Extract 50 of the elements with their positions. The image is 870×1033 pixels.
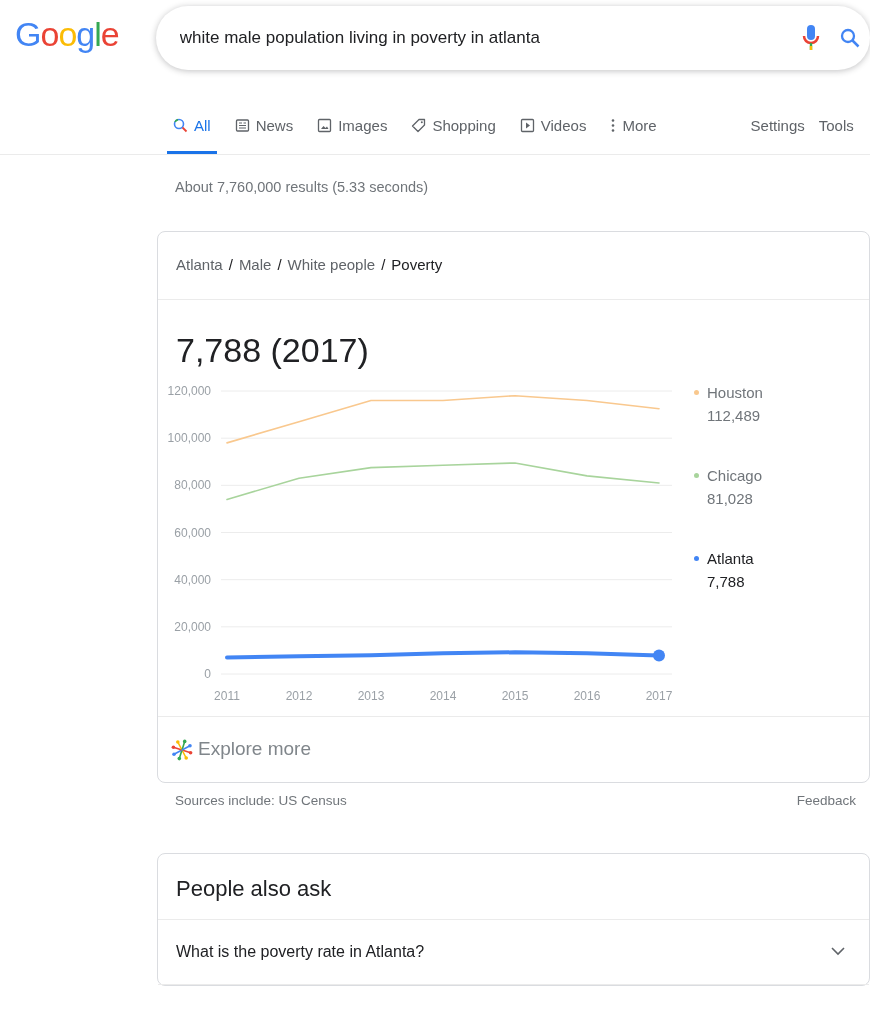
newspaper-icon <box>234 118 250 134</box>
tab[interactable]: More <box>604 114 663 154</box>
google-logo[interactable]: Google <box>0 8 156 60</box>
tab[interactable]: Shopping <box>405 114 502 154</box>
section-title: People also ask <box>158 853 869 920</box>
axis-label: 100,000 <box>167 431 211 446</box>
legend-item[interactable]: Atlanta 7,788 <box>694 548 763 594</box>
axis-label: 2013 <box>357 689 385 704</box>
tab[interactable]: News <box>228 114 300 154</box>
microphone-icon[interactable] <box>802 24 820 52</box>
question-row[interactable]: What is the poverty rate in Atlanta? <box>158 919 869 985</box>
image-icon <box>317 118 333 134</box>
breadcrumb-link[interactable]: Male <box>238 254 272 277</box>
axis-label: 40,000 <box>174 572 211 587</box>
result-count: About 7,760,000 results (5.33 seconds) <box>174 178 430 197</box>
axis-label: 80,000 <box>174 478 211 493</box>
axis-label: 20,000 <box>174 620 211 635</box>
explore-more-link[interactable]: Explore more <box>170 735 311 764</box>
toolbar-link[interactable]: Settings <box>750 114 805 154</box>
breadcrumb-link[interactable]: White people <box>287 254 376 277</box>
tab[interactable]: Videos <box>513 114 593 154</box>
tag-icon <box>411 118 427 134</box>
feedback-link[interactable]: Feedback <box>796 790 856 853</box>
axis-label: 2014 <box>429 689 457 704</box>
sources-text: Sources include: US Census <box>175 791 347 810</box>
separator: / <box>277 255 282 275</box>
separator: / <box>381 255 386 275</box>
tab[interactable]: All <box>167 114 217 154</box>
separator: / <box>228 255 233 275</box>
search-field[interactable]: white male population living in poverty in atlanta <box>177 24 802 52</box>
headline-value: 7,788 (2017) <box>175 329 370 371</box>
breadcrumb-link[interactable]: Atlanta <box>176 254 223 277</box>
axis-label: 2012 <box>285 689 313 704</box>
axis-label: 60,000 <box>174 525 211 540</box>
axis-label: 120,000 <box>167 384 211 399</box>
search-icon[interactable] <box>840 28 860 48</box>
starburst-icon <box>170 737 194 762</box>
breadcrumb-link[interactable]: Poverty <box>391 254 443 277</box>
play-icon <box>519 118 535 134</box>
axis-label: 2017 <box>645 689 673 704</box>
more-icon <box>610 118 617 134</box>
legend-item[interactable]: Houston 112,489 <box>694 382 763 428</box>
legend-item[interactable]: Chicago 81,028 <box>694 465 763 511</box>
toolbar-link[interactable]: Tools <box>818 114 854 154</box>
tab[interactable]: Images <box>311 114 394 154</box>
axis-label: 2011 <box>214 689 240 704</box>
axis-label: 2016 <box>573 689 601 704</box>
axis-label: 2015 <box>501 689 529 704</box>
search-icon <box>173 118 188 134</box>
axis-label: 0 <box>204 667 211 682</box>
